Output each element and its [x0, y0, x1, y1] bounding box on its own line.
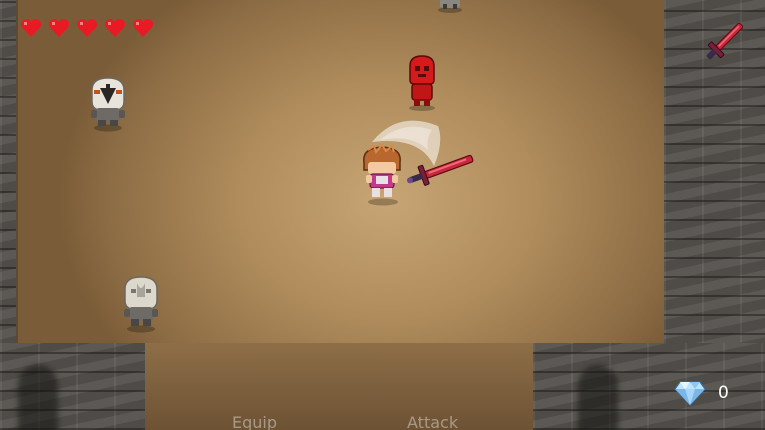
heart-icon	[76, 18, 98, 37]
red-imp-enemy	[409, 55, 435, 111]
heart-icon	[132, 18, 154, 37]
equip-button[interactable]: Equip	[232, 413, 277, 430]
heart-icon	[104, 18, 126, 37]
heart-icon	[20, 18, 42, 37]
game-viewport[interactable]: 0 Equip Attack	[0, 0, 765, 430]
equipped-weapon-sword-icon[interactable]	[700, 16, 750, 66]
attack-button[interactable]: Attack	[407, 413, 458, 430]
player-character	[363, 144, 401, 206]
wall-shadow	[18, 365, 58, 430]
skull-warrior-enemy-partial	[438, 0, 462, 13]
dungeon-corridor-floor	[145, 343, 533, 430]
gem-count: 0	[718, 383, 729, 403]
skull-warrior-enemy	[91, 77, 125, 132]
stone-wall-left	[0, 0, 16, 345]
diamond-icon	[674, 381, 706, 406]
wall-shadow	[578, 365, 618, 430]
skull-warrior-enemy	[124, 276, 158, 333]
stone-wall-bottom-left	[0, 343, 145, 430]
gem-counter: 0	[674, 380, 729, 406]
player-sword	[406, 154, 474, 186]
stone-wall-bottom-right	[533, 343, 765, 430]
heart-icon	[48, 18, 70, 37]
health-hearts	[20, 17, 154, 39]
